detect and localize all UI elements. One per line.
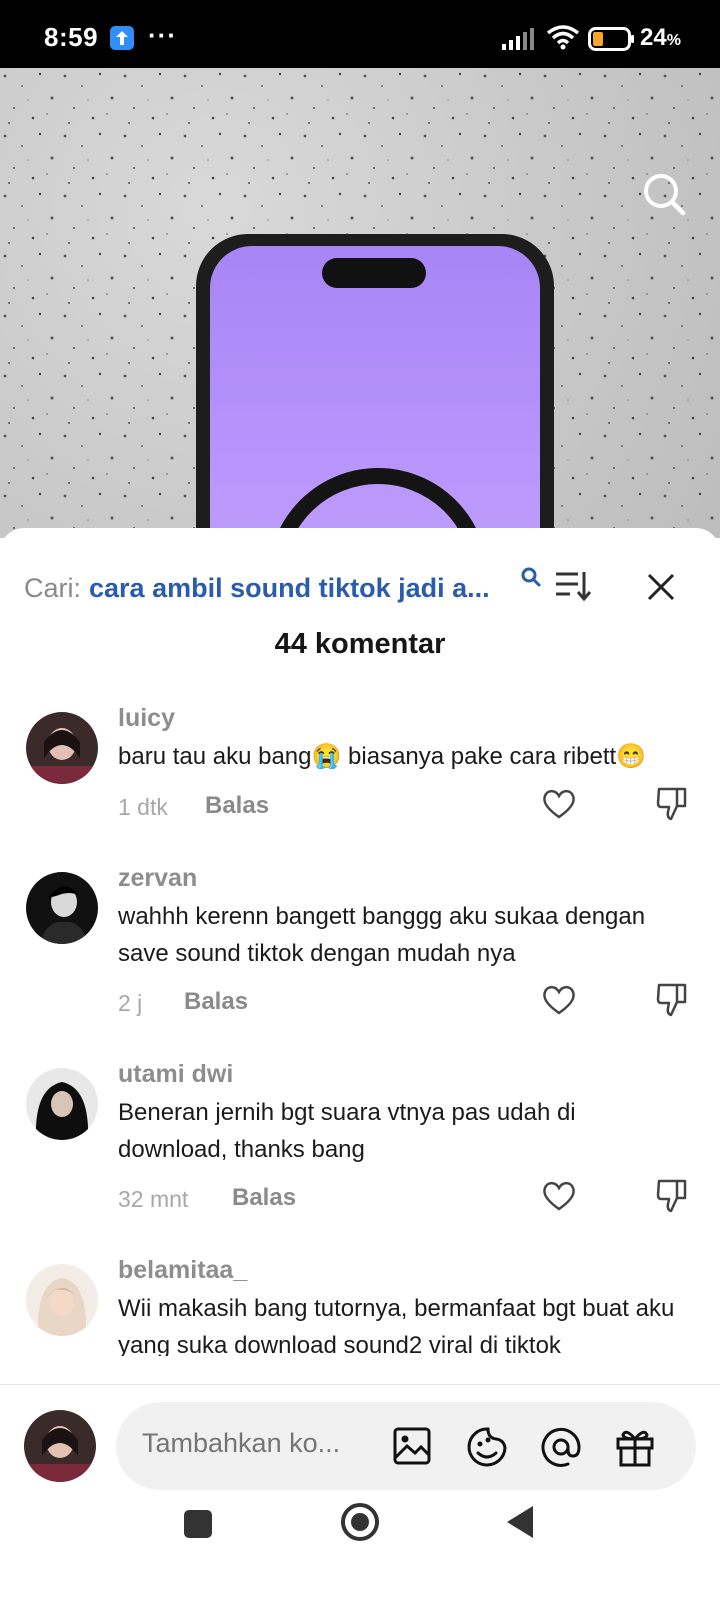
emoji-sticker-icon[interactable] bbox=[466, 1426, 508, 1473]
home-button[interactable] bbox=[340, 1502, 380, 1547]
dislike-icon[interactable] bbox=[656, 1178, 688, 1219]
related-search-query[interactable]: cara ambil sound tiktok jadi a... bbox=[89, 573, 490, 604]
dislike-icon[interactable] bbox=[656, 786, 688, 827]
status-bar: 8:59 ··· 24% bbox=[0, 0, 720, 68]
comments-sheet: Cari: cara ambil sound tiktok jadi a... bbox=[0, 528, 720, 1600]
dislike-icon[interactable] bbox=[656, 982, 688, 1023]
search-icon[interactable] bbox=[642, 172, 686, 221]
like-heart-icon[interactable] bbox=[542, 1180, 576, 1217]
comment-input[interactable] bbox=[142, 1428, 362, 1459]
battery-percent: 24% bbox=[640, 24, 681, 51]
comment-username[interactable]: utami dwi bbox=[118, 1060, 233, 1089]
comment-time: 1 dtk bbox=[118, 794, 168, 820]
sort-icon[interactable] bbox=[556, 570, 592, 607]
status-time: 8:59 bbox=[44, 22, 99, 52]
comment-time: 32 mnt bbox=[118, 1186, 189, 1212]
image-icon[interactable] bbox=[392, 1426, 432, 1471]
like-heart-icon[interactable] bbox=[542, 984, 576, 1021]
reply-button[interactable]: Balas bbox=[205, 792, 269, 820]
search-small-icon bbox=[520, 566, 542, 593]
video-phone-screen bbox=[210, 246, 540, 538]
related-search-row[interactable]: Cari: cara ambil sound tiktok jadi a... bbox=[24, 566, 704, 608]
avatar[interactable] bbox=[26, 1264, 98, 1336]
reply-button[interactable]: Balas bbox=[184, 988, 248, 1016]
signal-icon bbox=[502, 28, 536, 55]
reply-button[interactable]: Balas bbox=[232, 1184, 296, 1212]
comment-username[interactable]: belamitaa_ bbox=[118, 1256, 247, 1285]
composer-divider bbox=[0, 1384, 720, 1385]
screen: 8:59 ··· 24% Cari: cara ambil sound tikt… bbox=[0, 0, 720, 1600]
comment-text: Wii makasih bang tutornya, bermanfaat bg… bbox=[118, 1295, 675, 1356]
comment-username[interactable]: zervan bbox=[118, 864, 197, 893]
gift-icon[interactable] bbox=[614, 1426, 656, 1473]
comment-time: 2 j bbox=[118, 990, 143, 1016]
close-icon[interactable] bbox=[646, 572, 676, 607]
video-phone-notch bbox=[322, 258, 426, 288]
like-heart-icon[interactable] bbox=[542, 788, 576, 825]
comment-text: Beneran jernih bgt suara vtnya pas udah … bbox=[118, 1099, 576, 1163]
comment-composer bbox=[116, 1402, 696, 1490]
system-nav-bar bbox=[0, 1490, 720, 1600]
video-preview[interactable] bbox=[0, 68, 720, 538]
comment-text: wahhh kerenn bangett banggg aku sukaa de… bbox=[118, 903, 646, 967]
more-notifications-icon: ··· bbox=[148, 20, 177, 50]
avatar[interactable] bbox=[26, 712, 98, 784]
video-phone-shape bbox=[196, 234, 554, 538]
mention-icon[interactable] bbox=[540, 1426, 582, 1473]
battery-icon bbox=[588, 27, 636, 56]
upload-notification-icon bbox=[110, 26, 134, 50]
my-avatar bbox=[24, 1410, 96, 1482]
comments-list[interactable]: luicy baru tau aku bang😭 biasanya pake c… bbox=[0, 698, 720, 1356]
comments-count-title: 44 komentar bbox=[274, 628, 446, 660]
wifi-icon bbox=[546, 24, 580, 55]
avatar[interactable] bbox=[26, 1068, 98, 1140]
avatar[interactable] bbox=[26, 872, 98, 944]
back-button[interactable] bbox=[505, 1504, 535, 1545]
related-search-prefix: Cari: bbox=[24, 572, 82, 603]
recent-apps-button[interactable] bbox=[184, 1510, 212, 1538]
comment-username[interactable]: luicy bbox=[118, 704, 175, 733]
comment-text: baru tau aku bang😭 biasanya pake cara ri… bbox=[118, 743, 647, 770]
